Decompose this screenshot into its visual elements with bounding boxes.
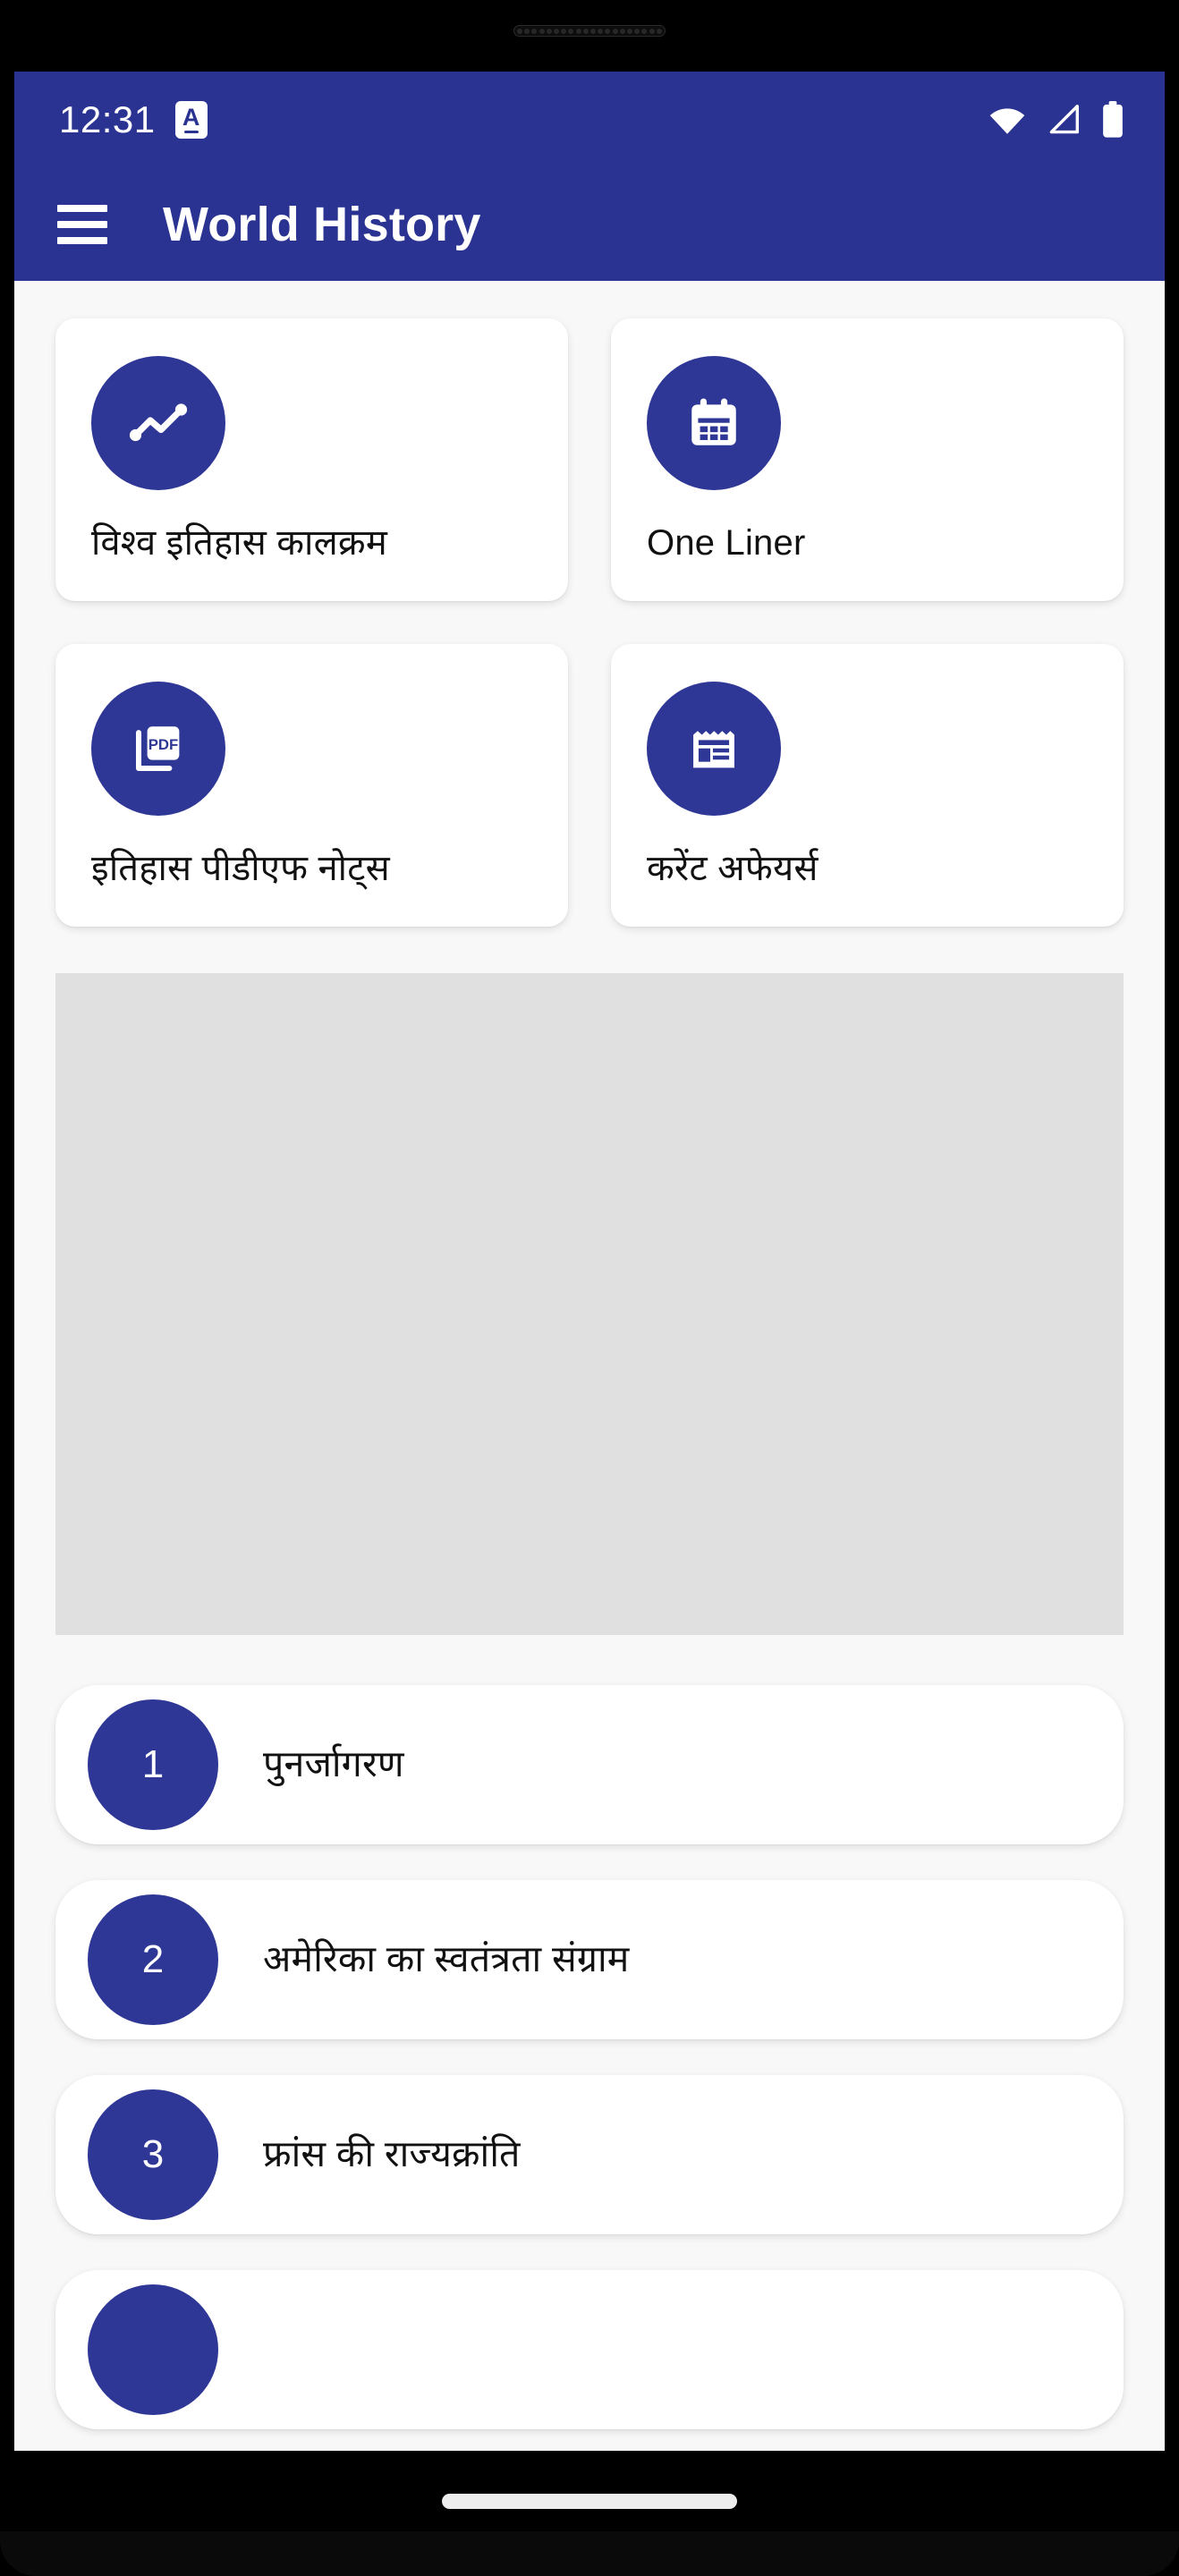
topic-number-badge: 2 [88, 1894, 218, 2025]
status-time: 12:31 [59, 97, 156, 140]
home-gesture-pill[interactable] [442, 2494, 737, 2509]
feature-card-label: विश्व इतिहास कालक्रम [91, 523, 387, 563]
feature-card-label: One Liner [647, 523, 806, 563]
status-bar-left: 12:31 A [59, 97, 208, 140]
notification-badge-icon: A [174, 100, 208, 139]
calendar-icon [647, 356, 781, 490]
newspaper-icon [647, 682, 781, 816]
feature-card-current-affairs[interactable]: करेंट अफेयर्स [611, 644, 1124, 927]
topic-label: फ्रांस की राज्यक्रांति [263, 2133, 521, 2175]
topic-number-badge [88, 2284, 218, 2415]
status-bar: 12:31 A [14, 72, 1165, 167]
topic-label: पुनर्जागरण [263, 1743, 404, 1785]
ad-banner-placeholder [55, 973, 1124, 1635]
device-frame: 12:31 A World History विश्व इतिहास कालक्… [0, 0, 1179, 2576]
wifi-icon [988, 106, 1026, 134]
topic-number-badge: 1 [88, 1699, 218, 1830]
pdf-document-icon: PDF [91, 682, 225, 816]
topic-list-item-partial[interactable] [55, 2270, 1124, 2429]
device-top-bezel [0, 0, 1179, 72]
trending-line-chart-icon [91, 356, 225, 490]
feature-card-one-liner[interactable]: One Liner [611, 318, 1124, 601]
main-content: विश्व इतिहास कालक्रम One Liner PDF इतिहा… [14, 281, 1165, 2429]
feature-card-grid: विश्व इतिहास कालक्रम One Liner PDF इतिहा… [14, 281, 1165, 927]
topic-list: 1 पुनर्जागरण 2 अमेरिका का स्वतंत्रता संग… [14, 1635, 1165, 2429]
phone-screen: 12:31 A World History विश्व इतिहास कालक्… [14, 72, 1165, 2451]
status-bar-right [988, 100, 1124, 139]
topic-list-item[interactable]: 2 अमेरिका का स्वतंत्रता संग्राम [55, 1880, 1124, 2039]
app-bar: World History [14, 167, 1165, 281]
feature-card-history-pdf-notes[interactable]: PDF इतिहास पीडीएफ नोट्स [55, 644, 568, 927]
feature-card-label: इतिहास पीडीएफ नोट्स [91, 849, 390, 888]
topic-number-badge: 3 [88, 2089, 218, 2220]
feature-card-label: करेंट अफेयर्स [647, 849, 819, 888]
signal-no-service-icon [1046, 104, 1081, 135]
earpiece-speaker-grille [513, 25, 666, 37]
page-title: World History [163, 197, 481, 251]
battery-full-icon [1101, 100, 1124, 139]
topic-list-item[interactable]: 1 पुनर्जागरण [55, 1685, 1124, 1844]
feature-card-world-history-timeline[interactable]: विश्व इतिहास कालक्रम [55, 318, 568, 601]
svg-text:PDF: PDF [148, 736, 179, 753]
hamburger-menu-icon[interactable] [57, 204, 107, 244]
topic-list-item[interactable]: 3 फ्रांस की राज्यक्रांति [55, 2075, 1124, 2234]
topic-label: अमेरिका का स्वतंत्रता संग्राम [263, 1938, 630, 1980]
device-bottom-bezel [0, 2531, 1179, 2576]
